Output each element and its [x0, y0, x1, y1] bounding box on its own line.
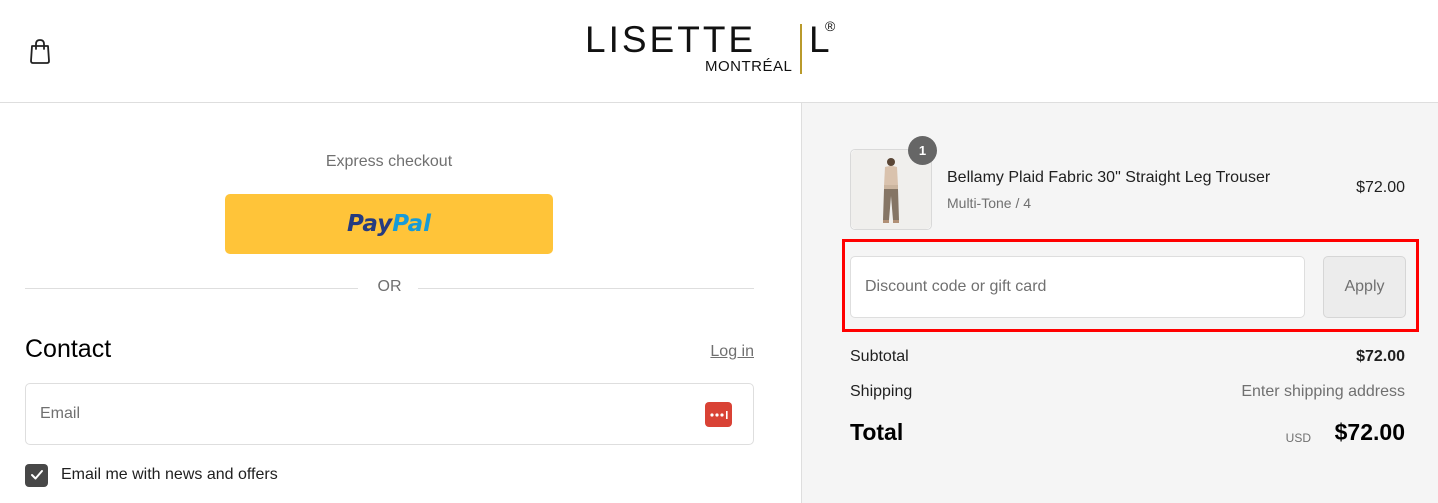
- checkout-main: Express checkout PayPal OR Contact Log i…: [0, 103, 801, 503]
- newsletter-label: Email me with news and offers: [61, 466, 278, 483]
- product-variant: Multi-Tone / 4: [947, 195, 1032, 211]
- apply-button[interactable]: Apply: [1323, 256, 1406, 318]
- header: LISETTE L ® MONTRÉAL: [0, 0, 1438, 103]
- product-name: Bellamy Plaid Fabric 30" Straight Leg Tr…: [947, 169, 1271, 186]
- subtotal-label: Subtotal: [850, 348, 909, 365]
- or-label: OR: [377, 278, 402, 295]
- quantity-badge: 1: [908, 136, 937, 165]
- total-currency: USD: [1285, 431, 1311, 445]
- order-summary: 1 Bellamy Plaid Fabric 30" Straight Leg …: [801, 103, 1438, 503]
- password-manager-icon[interactable]: [705, 402, 732, 427]
- paypal-button[interactable]: PayPal: [225, 194, 553, 254]
- product-price: $72.00: [1356, 179, 1405, 196]
- check-icon: [30, 470, 43, 480]
- or-divider: OR: [25, 277, 754, 299]
- divider-line: [418, 288, 754, 289]
- shopping-bag-icon[interactable]: [27, 37, 53, 65]
- email-input[interactable]: [40, 384, 700, 444]
- subtotal-value: $72.00: [1356, 348, 1405, 365]
- store-logo[interactable]: LISETTE L ® MONTRÉAL: [585, 18, 847, 80]
- email-field[interactable]: [25, 383, 754, 445]
- newsletter-checkbox[interactable]: [25, 463, 48, 487]
- total-value: $72.00: [1334, 419, 1405, 445]
- logo-registered-mark: ®: [825, 18, 836, 34]
- login-link[interactable]: Log in: [710, 343, 754, 361]
- paypal-logo: PayPal: [347, 211, 431, 237]
- logo-divider: [800, 24, 802, 74]
- newsletter-option: Email me with news and offers: [25, 463, 278, 487]
- shipping-value: Enter shipping address: [1241, 383, 1405, 400]
- total-label: Total: [850, 419, 904, 445]
- contact-heading: Contact: [25, 335, 112, 363]
- logo-wordmark: LISETTE: [585, 19, 757, 60]
- discount-input[interactable]: [865, 257, 1285, 317]
- logo-subtitle: MONTRÉAL: [705, 58, 793, 75]
- discount-field[interactable]: [850, 256, 1305, 318]
- shipping-label: Shipping: [850, 383, 913, 400]
- express-checkout-label: Express checkout: [325, 153, 453, 170]
